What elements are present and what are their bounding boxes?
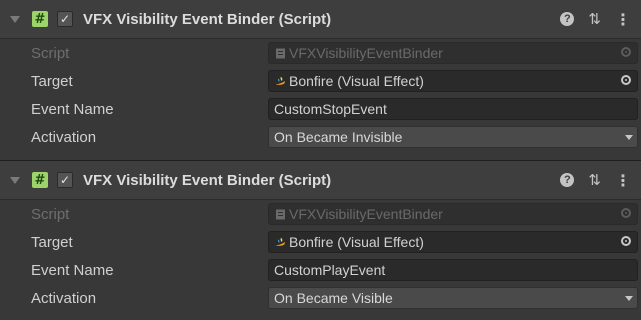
component-title: VFX Visibility Event Binder (Script) <box>83 171 332 189</box>
script-icon: # <box>32 11 48 27</box>
event-name-row: Event Name CustomStopEvent <box>0 96 641 122</box>
component-vfx-visibility-event-binder-1: # ✓ VFX Visibility Event Binder (Script)… <box>0 0 641 160</box>
script-asset-icon <box>274 47 286 59</box>
component-vfx-visibility-event-binder-2: # ✓ VFX Visibility Event Binder (Script)… <box>0 160 641 320</box>
context-menu-icon[interactable]: ⋮ <box>615 171 631 190</box>
dropdown-arrow-icon <box>625 296 633 301</box>
event-name-label: Event Name <box>31 100 114 118</box>
presets-icon[interactable]: ⇅ <box>588 171 601 189</box>
script-picker-icon <box>621 208 631 218</box>
visual-effect-icon <box>274 236 286 248</box>
activation-dropdown[interactable]: On Became Invisible <box>268 126 638 148</box>
script-field: VFXVisibilityEventBinder <box>268 203 638 225</box>
help-icon[interactable]: ? <box>560 12 575 26</box>
activation-label: Activation <box>31 128 97 146</box>
event-name-label: Event Name <box>31 261 114 279</box>
context-menu-icon[interactable]: ⋮ <box>615 10 631 29</box>
activation-label: Activation <box>31 289 97 307</box>
enabled-checkbox[interactable]: ✓ <box>57 11 73 27</box>
activation-row: Activation On Became Invisible <box>0 124 641 150</box>
target-picker-icon[interactable] <box>621 236 631 246</box>
component-header[interactable]: # ✓ VFX Visibility Event Binder (Script)… <box>0 0 641 39</box>
script-row: Script VFXVisibilityEventBinder <box>0 201 641 227</box>
activation-dropdown[interactable]: On Became Visible <box>268 287 638 309</box>
script-row: Script VFXVisibilityEventBinder <box>0 40 641 66</box>
target-field[interactable]: Bonfire (Visual Effect) <box>268 70 638 92</box>
presets-icon[interactable]: ⇅ <box>588 10 601 28</box>
script-field: VFXVisibilityEventBinder <box>268 42 638 64</box>
script-asset-icon <box>274 208 286 220</box>
script-label: Script <box>31 205 70 223</box>
component-title: VFX Visibility Event Binder (Script) <box>83 10 332 28</box>
event-name-row: Event Name CustomPlayEvent <box>0 257 641 283</box>
target-label: Target <box>31 72 73 90</box>
activation-row: Activation On Became Visible <box>0 285 641 311</box>
target-row: Target Bonfire (Visual Effect) <box>0 68 641 94</box>
event-name-input[interactable]: CustomPlayEvent <box>268 259 638 281</box>
help-icon[interactable]: ? <box>560 173 575 187</box>
script-label: Script <box>31 44 70 62</box>
component-header[interactable]: # ✓ VFX Visibility Event Binder (Script)… <box>0 161 641 200</box>
foldout-arrow-icon[interactable] <box>10 176 20 184</box>
activation-value: On Became Invisible <box>274 129 403 145</box>
dropdown-arrow-icon <box>625 135 633 140</box>
target-value: Bonfire (Visual Effect) <box>289 234 424 250</box>
target-picker-icon[interactable] <box>621 75 631 85</box>
enabled-checkbox[interactable]: ✓ <box>57 172 73 188</box>
script-picker-icon <box>621 47 631 57</box>
target-row: Target Bonfire (Visual Effect) <box>0 229 641 255</box>
activation-value: On Became Visible <box>274 290 393 306</box>
target-label: Target <box>31 233 73 251</box>
script-value: VFXVisibilityEventBinder <box>289 206 443 222</box>
visual-effect-icon <box>274 75 286 87</box>
event-name-input[interactable]: CustomStopEvent <box>268 98 638 120</box>
script-icon: # <box>32 172 48 188</box>
target-field[interactable]: Bonfire (Visual Effect) <box>268 231 638 253</box>
foldout-arrow-icon[interactable] <box>10 15 20 23</box>
target-value: Bonfire (Visual Effect) <box>289 73 424 89</box>
script-value: VFXVisibilityEventBinder <box>289 45 443 61</box>
